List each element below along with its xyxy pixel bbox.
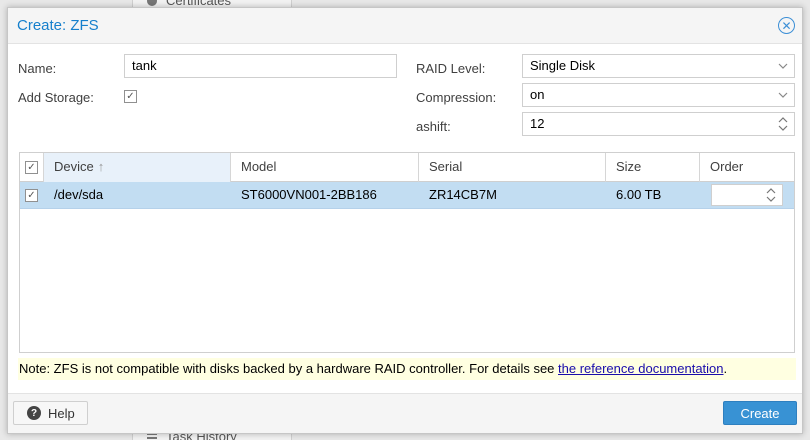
- dialog-title: Create: ZFS: [17, 17, 99, 34]
- ashift-label: ashift:: [416, 119, 451, 134]
- column-header-device[interactable]: Device ↑: [44, 153, 231, 182]
- ashift-value: 12: [530, 116, 545, 131]
- cell-device: /dev/sda: [54, 187, 104, 202]
- column-label: Order: [710, 159, 744, 174]
- select-all-header[interactable]: ✓: [20, 153, 44, 182]
- create-zfs-dialog: Create: ZFS ✕ Name: tank Add Storage: ✓ …: [7, 7, 803, 434]
- note-text: Note: ZFS is not compatible with disks b…: [19, 361, 559, 376]
- raid-level-value: Single Disk: [530, 58, 596, 73]
- column-label: Device: [54, 159, 94, 174]
- compression-value: on: [530, 87, 545, 102]
- select-all-checkbox[interactable]: ✓: [25, 161, 38, 174]
- column-header-size[interactable]: Size: [606, 153, 700, 182]
- column-header-model[interactable]: Model: [231, 153, 419, 182]
- compression-select[interactable]: on: [522, 83, 795, 107]
- grid-header: ✓ Device ↑ Model Serial Size Order: [20, 153, 794, 182]
- raid-controller-note: Note: ZFS is not compatible with disks b…: [18, 358, 796, 380]
- checkmark-icon: ✓: [27, 189, 36, 201]
- help-label: Help: [48, 405, 75, 421]
- compression-label: Compression:: [416, 90, 497, 105]
- dialog-footer: ? Help Create: [8, 393, 802, 433]
- help-button[interactable]: ? Help: [13, 401, 88, 425]
- create-button[interactable]: Create: [723, 401, 797, 425]
- checkmark-icon: ✓: [126, 90, 135, 102]
- chevron-down-icon: [778, 84, 788, 115]
- checkmark-icon: ✓: [27, 161, 36, 173]
- ashift-spinner[interactable]: 12: [522, 112, 795, 136]
- spinner-arrows-icon[interactable]: [766, 186, 776, 204]
- column-label: Serial: [429, 159, 463, 174]
- order-spinner[interactable]: [711, 184, 783, 206]
- add-storage-label: Add Storage:: [18, 90, 94, 105]
- raid-level-select[interactable]: Single Disk: [522, 54, 795, 78]
- cell-size: 6.00 TB: [616, 187, 662, 202]
- create-label: Create: [740, 405, 780, 421]
- chevron-down-icon: [778, 55, 788, 86]
- note-suffix: .: [723, 361, 728, 376]
- close-button[interactable]: ✕: [778, 17, 795, 34]
- add-storage-checkbox[interactable]: ✓: [124, 90, 137, 103]
- name-label: Name:: [18, 61, 57, 76]
- question-circle-icon: ?: [27, 406, 41, 420]
- cell-model: ST6000VN001-2BB186: [241, 187, 377, 202]
- name-value: tank: [132, 58, 157, 73]
- raid-level-label: RAID Level:: [416, 61, 486, 76]
- column-label: Size: [616, 159, 642, 174]
- certificate-icon: [146, 0, 158, 7]
- dialog-titlebar: Create: ZFS ✕: [8, 8, 802, 44]
- disk-grid: ✓ Device ↑ Model Serial Size Order ✓ /de…: [19, 152, 795, 353]
- table-row[interactable]: ✓ /dev/sda ST6000VN001-2BB186 ZR14CB7M 6…: [20, 182, 794, 209]
- cell-serial: ZR14CB7M: [429, 187, 497, 202]
- column-label: Model: [241, 159, 277, 174]
- reference-documentation-link[interactable]: the reference documentation: [558, 361, 724, 376]
- row-checkbox[interactable]: ✓: [25, 189, 38, 202]
- column-header-serial[interactable]: Serial: [419, 153, 606, 182]
- name-field[interactable]: tank: [124, 54, 397, 78]
- sort-ascending-icon: ↑: [97, 159, 105, 174]
- column-header-order[interactable]: Order: [700, 153, 794, 182]
- close-icon: ✕: [781, 18, 792, 33]
- spinner-arrows-icon[interactable]: [778, 114, 788, 134]
